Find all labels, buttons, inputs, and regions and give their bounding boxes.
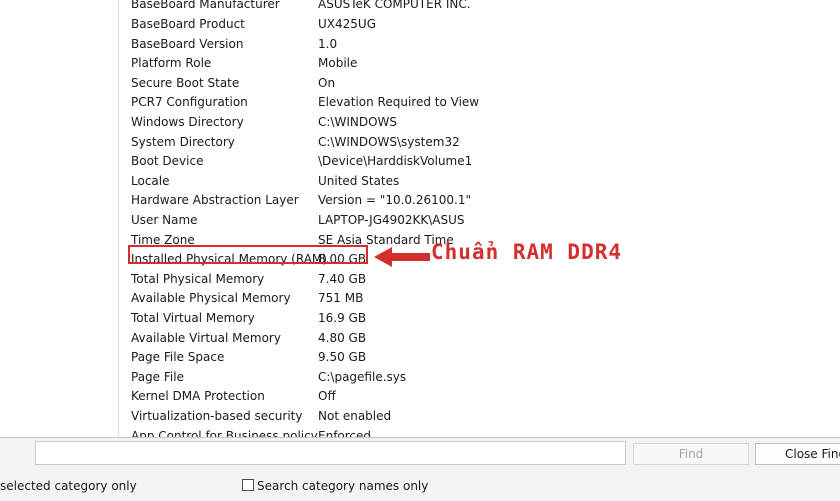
row-value: UX425UG [318,17,376,31]
row-value: 4.80 GB [318,330,367,345]
row-item: Total Virtual Memory [131,311,255,325]
table-row[interactable]: System Directory C:\WINDOWS\system32 [119,133,840,153]
row-item: Virtualization-based security [131,409,303,423]
row-value: Enforced [318,428,372,437]
row-item: Secure Boot State [131,75,240,90]
row-value: 1.0 [318,36,338,51]
table-row[interactable]: Total Physical Memory 7.40 GB [119,270,840,290]
table-row[interactable]: App Control for Business policy Enforced [119,427,840,437]
row-value: LAPTOP-JG4902KK\ASUS [318,213,465,227]
find-button[interactable]: Find [633,443,749,465]
row-value: C:\WINDOWS\system32 [318,134,460,149]
search-selected-category-option[interactable]: selected category only [0,478,137,494]
search-category-names-checkbox[interactable] [242,479,254,491]
row-item: App Control for Business policy [131,428,318,437]
table-row[interactable]: Page File C:\pagefile.sys [119,368,840,388]
row-value: Off [318,389,336,404]
ram-annotation: Chuẩn RAM DDR4 [431,240,623,264]
row-item: Boot Device [131,154,204,169]
row-item: BaseBoard Manufacturer [131,0,280,12]
table-row[interactable]: BaseBoard Manufacturer ASUSTeK COMPUTER I… [119,0,840,15]
row-value: On [318,75,336,90]
row-value: ASUSTeK COMPUTER INC. [318,0,471,12]
table-row[interactable]: Available Physical Memory 751 MB [119,289,840,309]
table-row[interactable]: Hardware Abstraction Layer Version = "10.… [119,191,840,211]
row-value: C:\pagefile.sys [318,369,407,384]
row-item: BaseBoard Version [131,36,244,51]
row-item: Page File Space [131,350,225,365]
ram-highlight-box [128,245,368,264]
red-arrow-icon [374,247,430,267]
row-item: Platform Role [131,56,212,71]
table-row[interactable]: User Name LAPTOP-JG4902KK\ASUS [119,211,840,231]
row-value: C:\WINDOWS [318,115,398,129]
row-item: Hardware Abstraction Layer [131,193,299,208]
table-row[interactable]: Kernel DMA Protection Off [119,387,840,407]
row-item: BaseBoard Product [131,17,245,31]
table-row[interactable]: Secure Boot State On [119,74,840,94]
row-item: Available Physical Memory [131,291,291,306]
table-row[interactable]: Total Virtual Memory 16.9 GB [119,309,840,329]
row-value: 9.50 GB [318,350,367,365]
search-selected-category-label: selected category only [0,479,137,493]
table-row[interactable]: Virtualization-based security Not enabled [119,407,840,427]
row-item: PCR7 Configuration [131,95,248,110]
row-item: Locale [131,173,170,188]
row-item: System Directory [131,134,235,149]
table-row[interactable]: Locale United States [119,172,840,192]
table-row[interactable]: Page File Space 9.50 GB [119,348,840,368]
row-item: Total Physical Memory [131,271,265,286]
row-value: Not enabled [318,409,392,423]
row-value: \Device\HarddiskVolume1 [318,154,473,169]
table-row[interactable]: BaseBoard Product UX425UG [119,15,840,35]
table-row[interactable]: BaseBoard Version 1.0 [119,35,840,55]
row-item: Windows Directory [131,115,244,129]
search-category-names-label: Search category names only [257,479,429,493]
row-item: Kernel DMA Protection [131,389,265,404]
row-value: Version = "10.0.26100.1" [318,193,472,208]
table-row[interactable]: Platform Role Mobile [119,54,840,74]
row-item: User Name [131,213,198,227]
row-value: Mobile [318,56,358,71]
row-value: Elevation Required to View [318,95,480,110]
row-value: United States [318,173,400,188]
table-row[interactable]: PCR7 Configuration Elevation Required to … [119,93,840,113]
close-find-button[interactable]: Close Find [755,443,840,465]
row-value: 751 MB [318,291,364,306]
row-item: Available Virtual Memory [131,330,281,345]
find-input[interactable] [35,441,626,465]
search-category-names-option[interactable]: Search category names only [242,478,428,494]
table-row[interactable]: Available Virtual Memory 4.80 GB [119,329,840,349]
system-summary-pane: BaseBoard Manufacturer ASUSTeK COMPUTER I… [0,0,840,437]
table-row[interactable]: Windows Directory C:\WINDOWS [119,113,840,133]
row-value: 16.9 GB [318,311,367,325]
table-row[interactable]: Boot Device \Device\HarddiskVolume1 [119,152,840,172]
row-value: 7.40 GB [318,271,367,286]
row-item: Page File [131,369,184,384]
